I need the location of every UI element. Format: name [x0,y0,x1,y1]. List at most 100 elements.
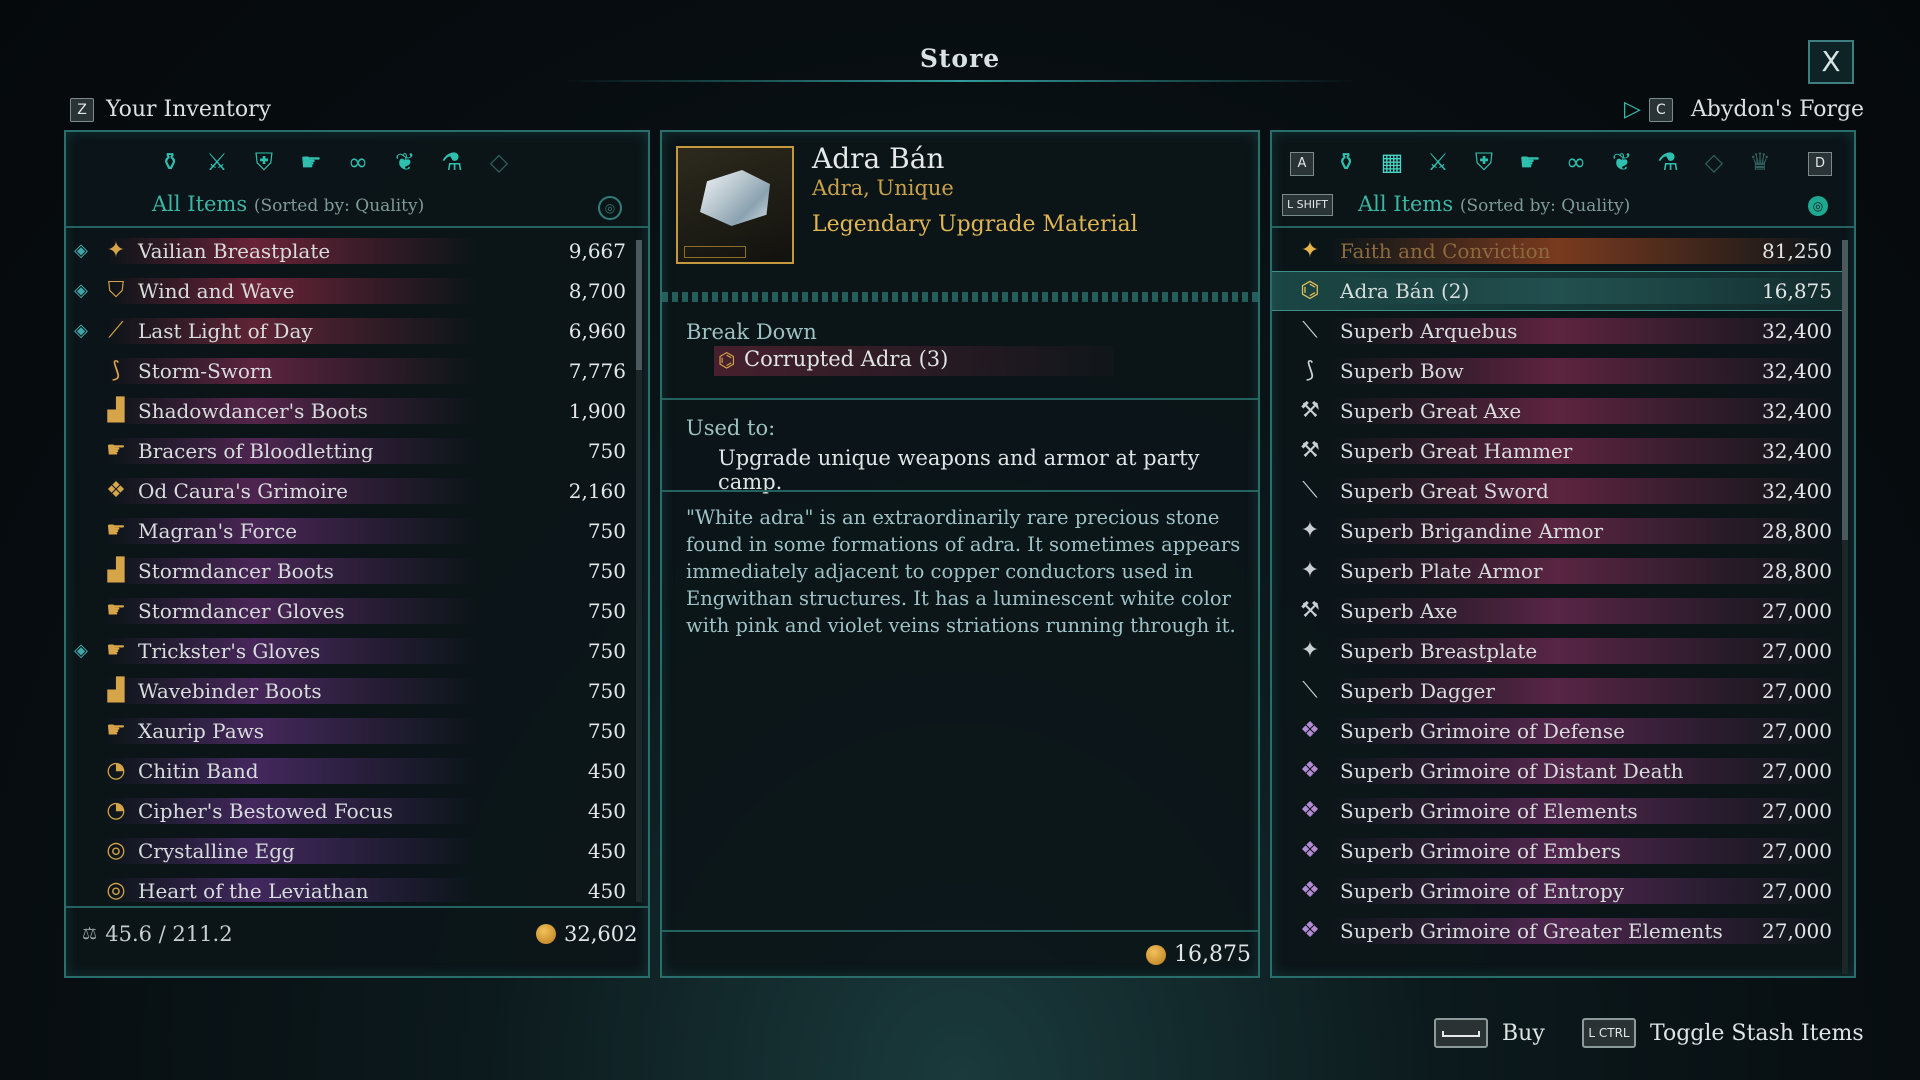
store-scrollbar[interactable] [1842,240,1848,974]
store-key[interactable]: C [1648,97,1673,122]
inventory-row[interactable]: ☛ Stormdancer Gloves 750 [66,592,636,630]
inventory-row[interactable]: ⟆ Storm-Sworn 7,776 [66,352,636,390]
weapons-icon[interactable]: ⚔ [1424,148,1452,176]
store-filter[interactable]: All Items (Sorted by: Quality) [1358,192,1630,216]
all-items-icon[interactable]: ⚱ [1332,148,1360,176]
next-category-key[interactable]: D [1808,152,1832,176]
store-row[interactable]: ✦ Superb Breastplate 27,000 [1272,632,1842,670]
item-name: Vailian Breastplate [138,239,331,263]
gems-icon[interactable]: ◇ [485,148,513,176]
shift-key[interactable]: L SHIFT [1282,194,1333,216]
item-name: Superb Grimoire of Elements [1340,799,1638,823]
item-value: 750 [587,719,626,743]
store-row[interactable]: ❖ Superb Grimoire of Distant Death 27,000 [1272,752,1842,790]
inventory-list: ◈ ✦ Vailian Breastplate 9,667 ◈ ⛉ Wind and Wav… [66,232,636,902]
consumables-icon[interactable]: ⚗ [438,148,466,176]
store-list: ✦ Faith and Conviction 81,250 ⌬ Adra Bán (2)… [1272,232,1842,974]
consumables-icon[interactable]: ⚗ [1654,148,1682,176]
item-type-icon: ❖ [1300,758,1320,783]
inventory-key[interactable]: Z [70,97,94,122]
inventory-row[interactable]: ◈ ☛ Trickster's Gloves 750 [66,632,636,670]
inventory-row[interactable]: ☛ Magran's Force 750 [66,512,636,550]
item-name: Od Caura's Grimoire [138,479,348,503]
close-button[interactable]: X [1808,40,1854,84]
inventory-row[interactable]: ❖ Od Caura's Grimoire 2,160 [66,472,636,510]
inventory-row[interactable]: ▟ Wavebinder Boots 750 [66,672,636,710]
weapons-icon[interactable]: ⚔ [203,148,231,176]
item-type-icon: ⟍ [1302,318,1318,343]
toggle-stash-hint[interactable]: L CTRL Toggle Stash Items [1582,1018,1864,1048]
item-type-icon: ⚒ [1300,598,1320,623]
store-row[interactable]: ❖ Superb Grimoire of Embers 27,000 [1272,832,1842,870]
store-row[interactable]: ⚒ Superb Great Hammer 32,400 [1272,432,1842,470]
item-type-icon: ✦ [1300,558,1320,583]
item-type-icon: ☛ [106,718,126,743]
accessories-icon[interactable]: ☛ [297,148,325,176]
inventory-header: Z Your Inventory [70,97,271,122]
inventory-row[interactable]: ◈ ⟋ Last Light of Day 6,960 [66,312,636,350]
item-name: Wavebinder Boots [138,679,322,703]
inventory-row[interactable]: ◈ ⛉ Wind and Wave 8,700 [66,272,636,310]
item-name: Superb Axe [1340,599,1458,623]
item-value: 32,400 [1762,319,1832,343]
inventory-category-bar: ⚱ ⚔ ⛨ ☛ ∞ ❦ ⚗ ◇ [156,148,532,176]
store-row[interactable]: ✦ Superb Plate Armor 28,800 [1272,552,1842,590]
item-name: Superb Breastplate [1340,639,1538,663]
inventory-row[interactable]: ☛ Xaurip Paws 750 [66,712,636,750]
store-row[interactable]: ⟍ Superb Dagger 27,000 [1272,672,1842,710]
rings-icon[interactable]: ∞ [344,148,372,176]
item-type-icon: ⚒ [1300,398,1320,423]
item-value: 7,776 [568,359,626,383]
inventory-filter[interactable]: All Items (Sorted by: Quality) [152,192,424,216]
breakdown-row[interactable]: ⌬ Corrupted Adra (3) [714,346,1114,376]
store-row[interactable]: ⚒ Superb Great Axe 32,400 [1272,392,1842,430]
inventory-row[interactable]: ▟ Stormdancer Boots 750 [66,552,636,590]
inventory-row[interactable]: ◎ Heart of the Leviathan 450 [66,872,636,902]
item-type-icon: ✦ [1300,238,1320,263]
inventory-row[interactable]: ◔ Chitin Band 450 [66,752,636,790]
weight-value: 45.6 / 211.2 [105,922,233,946]
inventory-money-value: 32,602 [564,922,638,946]
rings-icon[interactable]: ∞ [1562,148,1590,176]
store-row-selected[interactable]: ⌬ Adra Bán (2) 16,875 [1272,271,1842,311]
gems-icon[interactable]: ◇ [1700,148,1728,176]
armor-icon[interactable]: ⛨ [250,148,278,176]
inventory-row[interactable]: ◈ ✦ Vailian Breastplate 9,667 [66,232,636,270]
store-row[interactable]: ⟍ Superb Arquebus 32,400 [1272,312,1842,350]
item-type-icon: ◎ [106,838,126,863]
store-row[interactable]: ❖ Superb Grimoire of Elements 27,000 [1272,792,1842,830]
item-value: 27,000 [1762,679,1832,703]
item-type-icon: ⟍ [1302,678,1318,703]
inventory-row[interactable]: ☛ Bracers of Bloodletting 750 [66,432,636,470]
store-row[interactable]: ⟆ Superb Bow 32,400 [1272,352,1842,390]
item-type: Legendary Upgrade Material [812,212,1138,237]
sort-toggle-icon[interactable]: ◎ [598,196,622,220]
store-scroll-thumb[interactable] [1842,240,1848,540]
armor-icon[interactable]: ⛨ [1470,148,1498,176]
item-type-icon: ❖ [1300,798,1320,823]
crates-icon[interactable]: ▦ [1378,148,1406,176]
item-value: 27,000 [1762,839,1832,863]
inventory-row[interactable]: ◎ Crystalline Egg 450 [66,832,636,870]
store-row[interactable]: ✦ Superb Brigandine Armor 28,800 [1272,512,1842,550]
store-row[interactable]: ❖ Superb Grimoire of Defense 27,000 [1272,712,1842,750]
item-name: Wind and Wave [138,279,295,303]
inventory-scrollbar[interactable] [636,240,642,902]
store-row[interactable]: ⟍ Superb Great Sword 32,400 [1272,472,1842,510]
buy-hint[interactable]: Buy [1434,1018,1545,1048]
inventory-row[interactable]: ◔ Cipher's Bestowed Focus 450 [66,792,636,830]
store-row[interactable]: ⚒ Superb Axe 27,000 [1272,592,1842,630]
grimoires-icon[interactable]: ❦ [1608,148,1636,176]
inventory-row[interactable]: ▟ Shadowdancer's Boots 1,900 [66,392,636,430]
inventory-scroll-thumb[interactable] [636,240,642,370]
store-row[interactable]: ❖ Superb Grimoire of Entropy 27,000 [1272,872,1842,910]
crown-icon[interactable]: ♛ [1746,148,1774,176]
item-name: Bracers of Bloodletting [138,439,374,463]
prev-category-key[interactable]: A [1290,152,1314,176]
accessories-icon[interactable]: ☛ [1516,148,1544,176]
store-row[interactable]: ❖ Superb Grimoire of Greater Elements 27,0… [1272,912,1842,950]
store-row[interactable]: ✦ Faith and Conviction 81,250 [1272,232,1842,270]
grimoires-icon[interactable]: ❦ [391,148,419,176]
all-items-icon[interactable]: ⚱ [156,148,184,176]
store-sort-toggle-icon[interactable]: ◎ [1808,196,1828,216]
